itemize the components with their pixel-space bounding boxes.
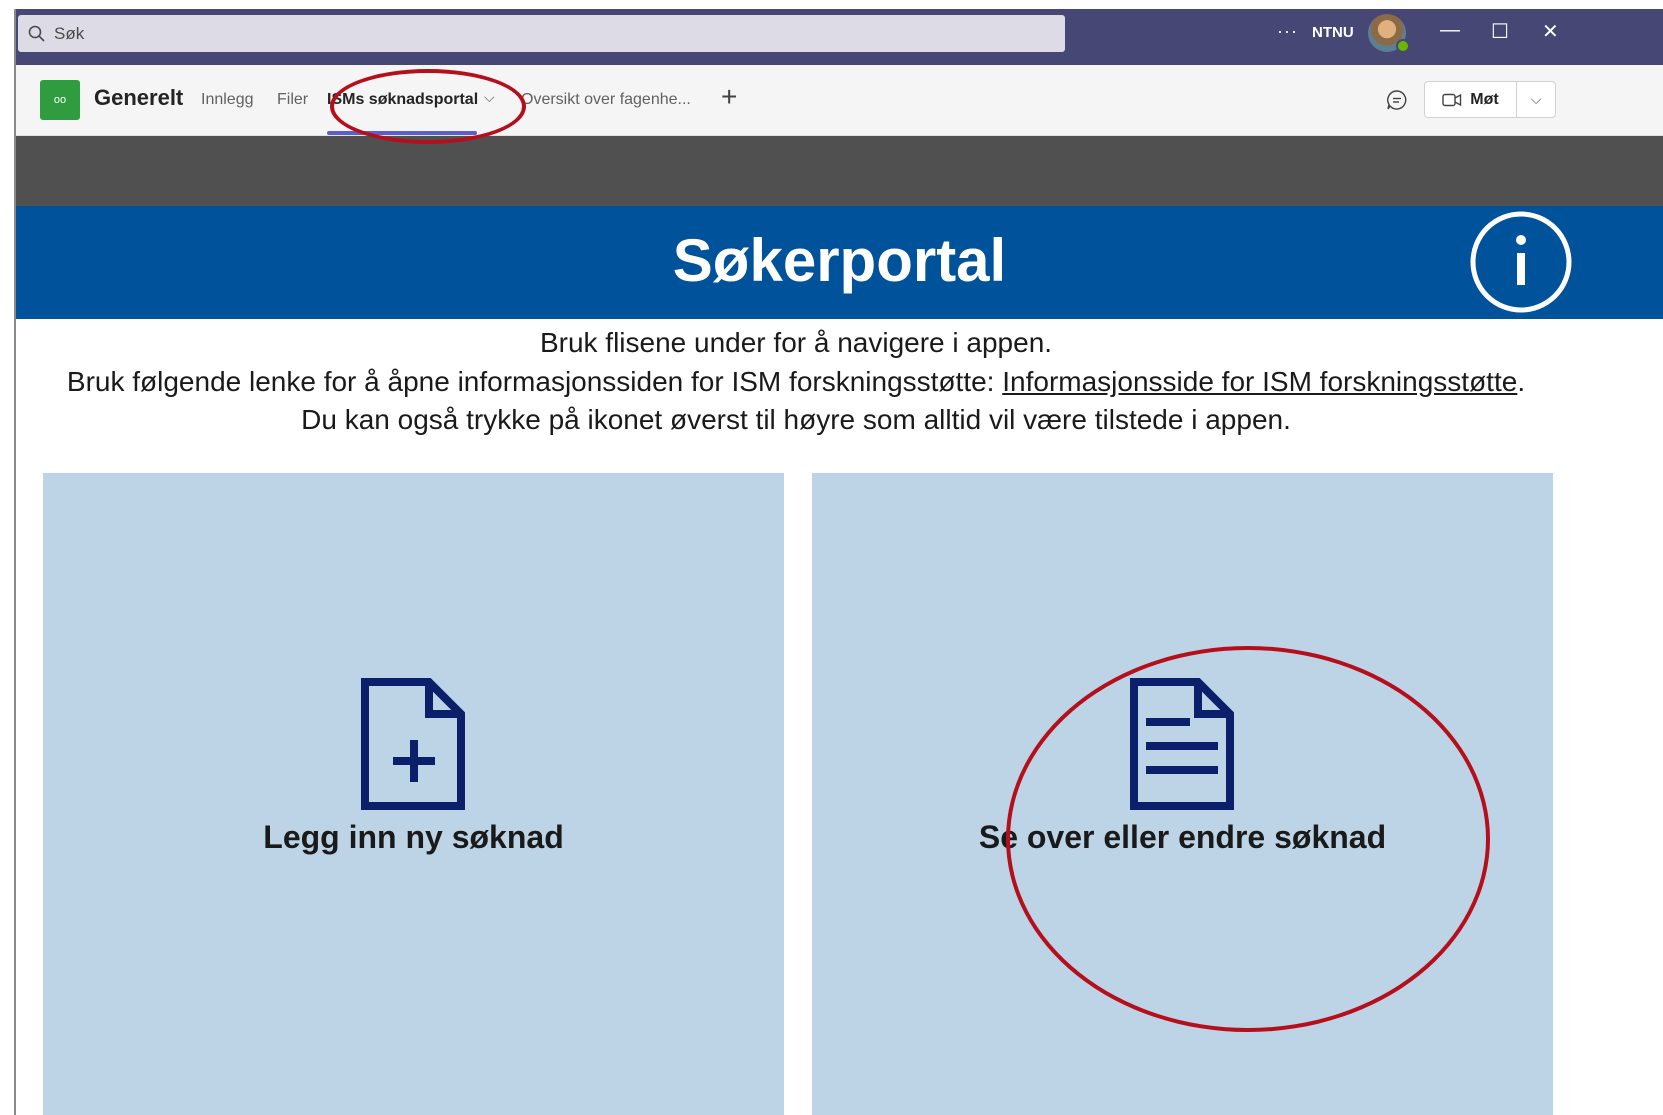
tab-innlegg[interactable]: Innlegg [201,91,254,109]
channel-name: Generelt [94,85,184,110]
tab-isms-soknadsportal[interactable]: ISMs søknadsportal [327,91,478,109]
chevron-down-icon[interactable]: ⌵ [484,89,495,106]
intro-line-2: Bruk følgende lenke for å åpne informasj… [16,366,1576,398]
new-application-label: Legg inn ny søknad [263,819,564,855]
maximize-button[interactable]: ☐ [1491,19,1509,44]
add-tab-button[interactable]: + [721,81,737,113]
org-switcher[interactable]: NTNU [1312,24,1354,41]
new-document-icon [361,678,465,810]
close-button[interactable]: ✕ [1542,19,1559,44]
meet-button-label: Møt [1470,90,1499,108]
review-application-label: Se over eller endre søknad [978,819,1387,855]
intro-line-3: Du kan også trykke på ikonet øverst til … [301,404,1291,435]
portal-banner: Søkerportal [16,206,1663,319]
search-placeholder: Søk [54,23,85,43]
intro-line-2-text: Bruk følgende lenke for å åpne informasj… [66,366,1003,397]
page-title: Søkerportal [672,227,1007,294]
intro-line-1: Bruk flisene under for å navigere i appe… [539,327,1053,358]
meet-button[interactable]: Møt [1424,81,1517,118]
tab-oversikt[interactable]: Oversikt over fagenhe... [521,91,691,109]
title-bar: Søk ··· NTNU — ☐ ✕ [16,9,1663,65]
info-page-link[interactable]: Informasjonsside for ISM forskningsstøtt… [1002,366,1517,397]
review-application-tile[interactable]: Se over eller endre søknad [812,473,1553,1115]
search-box[interactable]: Søk [18,15,1065,52]
chat-icon[interactable] [1386,89,1408,111]
intro-line-2-end: . [1517,366,1526,397]
screenshot: Søk ··· NTNU — ☐ ✕ oo Generelt Innlegg F… [0,0,1663,1115]
channel-header: oo Generelt Innlegg Filer ISMs søknadspo… [16,65,1663,136]
presence-available-icon [1396,39,1410,53]
teams-window: Søk ··· NTNU — ☐ ✕ oo Generelt Innlegg F… [14,9,1663,1115]
more-options-button[interactable]: ··· [1277,21,1298,42]
new-application-tile[interactable]: Legg inn ny søknad [43,473,784,1115]
active-tab-indicator [327,131,477,135]
team-icon: oo [40,80,80,120]
tab-filer[interactable]: Filer [277,91,308,109]
meet-dropdown-button[interactable]: ⌵ [1516,81,1556,118]
document-lines-icon [1130,678,1234,810]
video-camera-icon [1442,93,1462,106]
info-icon[interactable] [1469,210,1573,314]
app-header-bar [16,136,1663,206]
minimize-button[interactable]: — [1440,19,1460,42]
search-icon [28,25,45,42]
